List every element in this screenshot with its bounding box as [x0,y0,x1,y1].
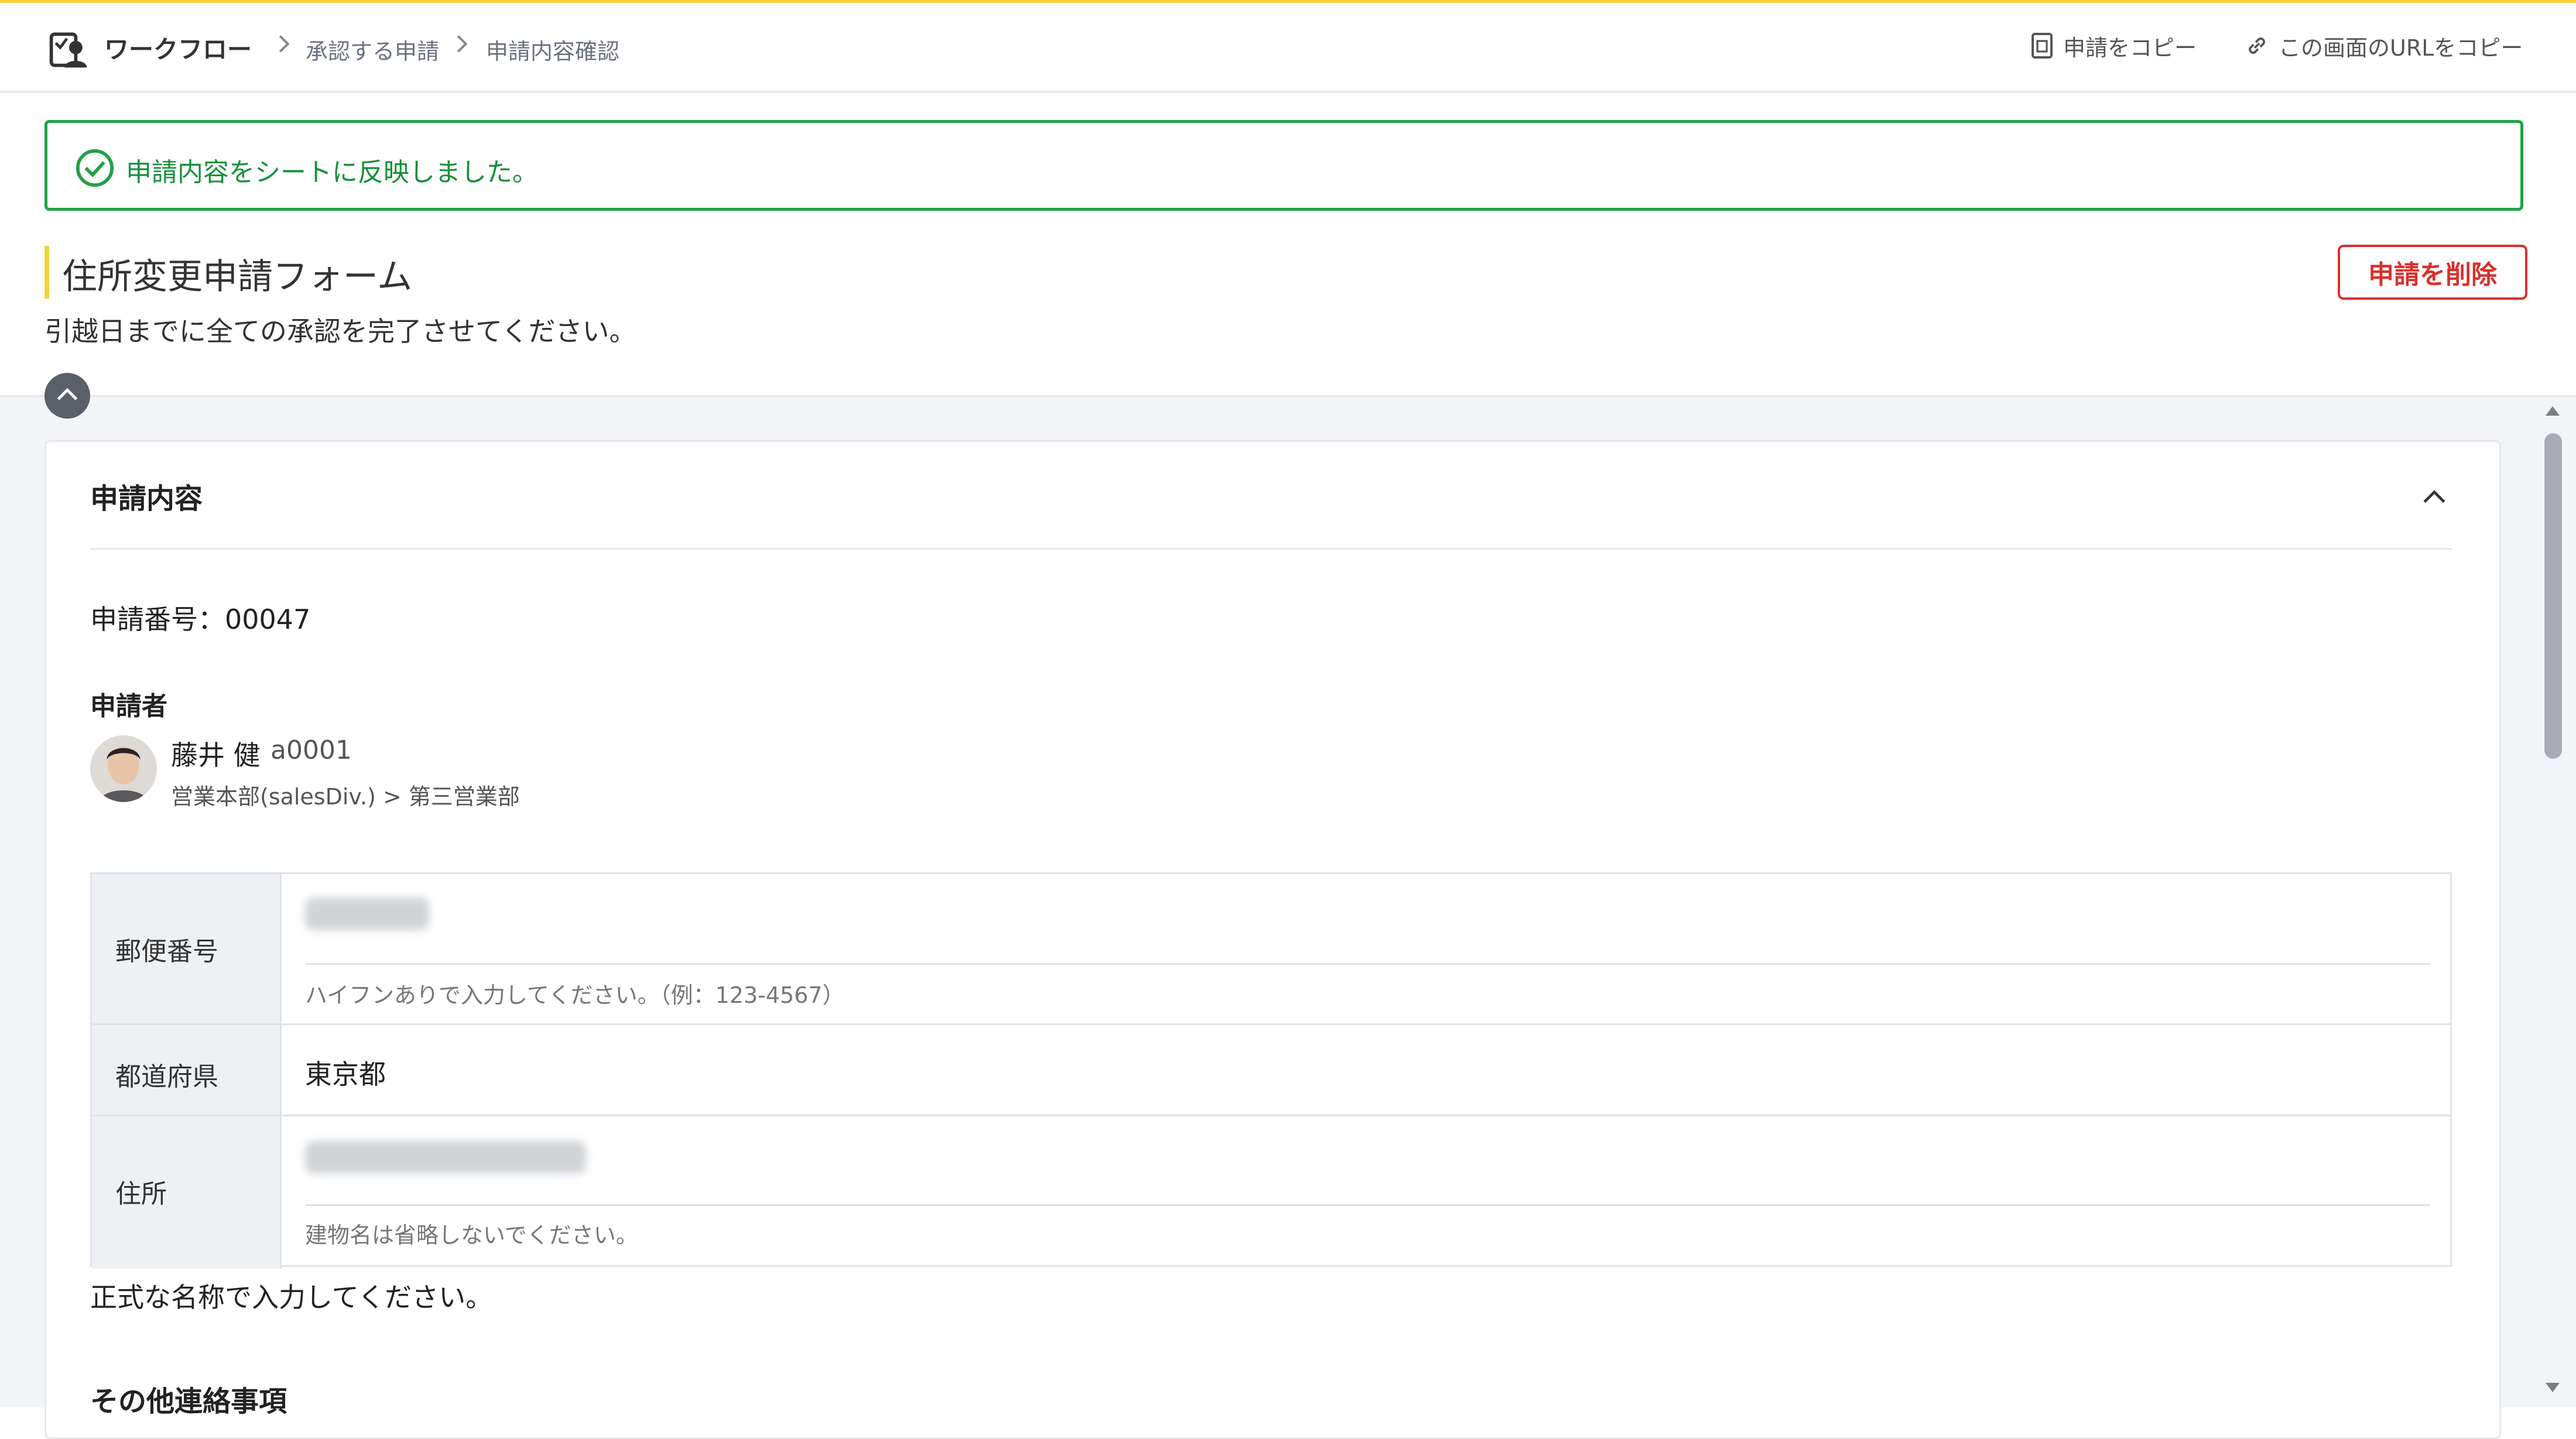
section-divider [90,548,2452,550]
breadcrumb-approve[interactable]: 承認する申請 [306,33,439,66]
success-alert: 申請内容をシートに反映しました。 [44,120,2523,211]
field-label: 住所 [115,1179,167,1209]
scrollbar-thumb[interactable] [2544,433,2562,759]
avatar [90,735,157,802]
field-label-cell: 都道府県 [92,1025,282,1115]
copy-url-button[interactable]: この画面のURLをコピー [2243,31,2523,61]
application-number: 申請番号：00047 [90,604,311,635]
scroll-down-arrow[interactable] [2546,1383,2560,1392]
chevron-right-icon [457,35,468,53]
applicant-label: 申請者 [90,691,167,721]
breadcrumb-root[interactable]: ワークフロー [104,30,252,66]
field-hint: ハイフンありで入力してください。（例：123-4567） [305,982,845,1008]
alert-message: 申請内容をシートに反映しました。 [126,157,538,187]
address-value [305,1141,586,1174]
copy-document-icon [2032,33,2053,59]
delete-application-button[interactable]: 申請を削除 [2338,245,2527,300]
field-divider [305,963,2430,965]
table-row: 住所 建物名は省略しないでください。 [92,1116,2450,1269]
copy-url-label: この画面のURLをコピー [2279,35,2523,61]
copy-application-button[interactable]: 申請をコピー [2029,31,2197,61]
field-label-cell: 郵便番号 [92,874,282,1023]
field-hint: 建物名は省略しないでください。 [305,1222,638,1248]
page-title: 住所変更申請フォーム [62,256,413,297]
link-icon [2249,37,2265,54]
applicant-name: 藤井 健 [171,739,261,771]
field-label: 都道府県 [115,1062,218,1092]
field-label-cell: 住所 [92,1116,282,1269]
table-row: 郵便番号 ハイフンありで入力してください。（例：123-4567） [92,874,2450,1025]
applicant-id: a0001 [270,735,352,765]
copy-application-label: 申請をコピー [2063,35,2197,61]
collapse-header-button[interactable] [44,373,90,419]
breadcrumb-current: 申請内容確認 [486,39,620,64]
field-label: 郵便番号 [115,937,218,967]
section-title: 申請内容 [90,482,203,515]
chevron-up-icon[interactable] [2418,480,2451,513]
other-notes-title: その他連絡事項 [90,1385,287,1418]
applicant-department: 営業本部(salesDiv.) > 第三営業部 [171,784,520,810]
check-circle-icon [76,149,114,187]
chevron-right-icon [279,35,290,53]
details-table: 郵便番号 ハイフンありで入力してください。（例：123-4567） 都道府県 東… [90,872,2452,1269]
app-header: ワークフロー 承認する申請 申請内容確認 申請をコピー この画面のURLをコピー [0,3,2576,93]
postal-code-value [305,897,429,930]
field-divider [305,1204,2430,1206]
address-note: 正式な名称で入力してください。 [90,1282,493,1313]
form-description: 引越日までに全ての承認を完了させてください。 [44,316,636,347]
title-accent-bar [44,246,49,299]
prefecture-value: 東京都 [305,1058,386,1090]
workflow-logo-icon[interactable] [47,28,91,72]
scroll-up-arrow[interactable] [2546,406,2560,416]
table-row: 都道府県 東京都 [92,1025,2450,1116]
